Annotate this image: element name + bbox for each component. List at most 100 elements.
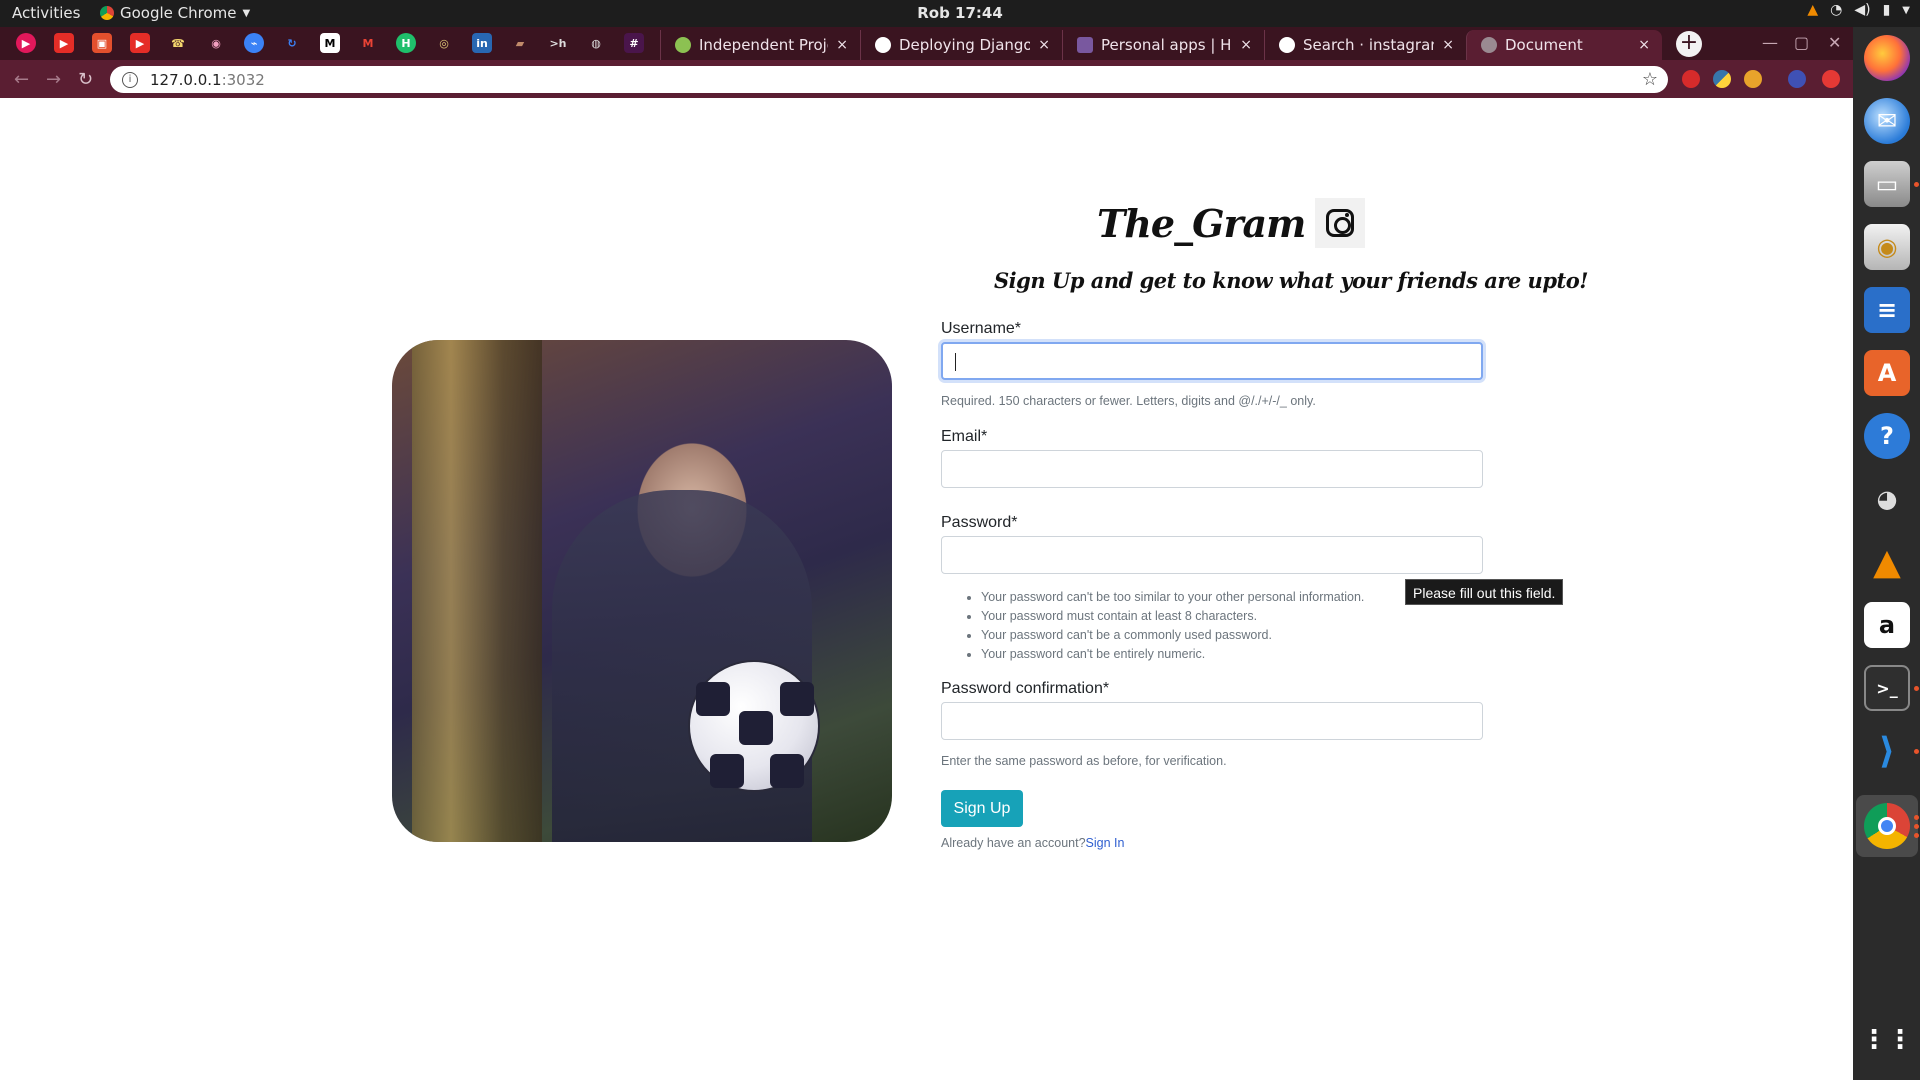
tab-strip: ▶ ▶ ▣ ▶ ☎ ◉ ⌁ ↻ M M H ◎ in ▰ >h ◍ # Inde… xyxy=(0,27,1853,60)
profile-avatar[interactable] xyxy=(1788,70,1806,88)
slack-tab-icon[interactable]: # xyxy=(624,33,644,53)
help-icon[interactable]: ? xyxy=(1864,413,1910,459)
password-input[interactable] xyxy=(941,536,1483,574)
password-confirm-input[interactable] xyxy=(941,702,1483,740)
sign-up-button[interactable]: Sign Up xyxy=(941,790,1023,827)
battery-icon: ▮ xyxy=(1882,2,1891,18)
chrome-icon[interactable] xyxy=(1864,803,1910,849)
username-help: Required. 150 characters or fewer. Lette… xyxy=(941,394,1316,408)
running-indicator xyxy=(1914,815,1919,820)
extension-icon[interactable] xyxy=(1822,70,1840,88)
github-icon xyxy=(1279,37,1295,53)
password-confirm-label: Password confirmation* xyxy=(941,680,1110,697)
software-center-icon[interactable]: A xyxy=(1864,350,1910,396)
tab-independent-project[interactable]: Independent Project × xyxy=(660,30,860,60)
running-indicator xyxy=(1914,824,1919,829)
validation-tooltip: Please fill out this field. xyxy=(1405,579,1564,605)
hero-image-throne xyxy=(412,340,542,842)
already-text: Already have an account? xyxy=(941,836,1086,850)
chevron-down-icon[interactable]: ▼ xyxy=(1902,5,1910,16)
url-host: 127.0.0.1 xyxy=(150,70,222,89)
phone-tab-icon[interactable]: ☎ xyxy=(168,33,188,53)
medium-tab-icon[interactable]: M xyxy=(320,33,340,53)
heroku-icon xyxy=(1077,37,1093,53)
vlc-icon[interactable]: ▲ xyxy=(1864,539,1910,585)
forward-icon[interactable]: → xyxy=(46,69,61,90)
url-port: :3032 xyxy=(221,70,265,89)
bookmark-star-icon[interactable]: ☆ xyxy=(1642,69,1658,90)
username-label: Username* xyxy=(941,320,1022,337)
address-bar[interactable]: i 127.0.0.1:3032 ☆ xyxy=(110,66,1668,93)
close-icon[interactable]: × xyxy=(1442,37,1454,53)
running-indicator xyxy=(1914,833,1919,838)
python-extension-icon[interactable] xyxy=(1713,70,1731,88)
tab-deploying-django[interactable]: Deploying Django A × xyxy=(860,30,1062,60)
pinned-tab-icon[interactable]: ↻ xyxy=(282,33,302,53)
back-icon[interactable]: ← xyxy=(14,69,29,90)
close-icon[interactable]: × xyxy=(836,37,848,53)
pinned-tab-icon[interactable]: ▰ xyxy=(510,33,530,53)
password-rule: Your password can't be a commonly used p… xyxy=(981,628,1364,647)
wifi-icon: ◔ xyxy=(1830,2,1843,18)
pinned-tab-icon[interactable]: ◎ xyxy=(434,33,454,53)
web-page: The_Gram Sign Up and get to know what yo… xyxy=(0,98,1853,1080)
pinned-tab-icon[interactable]: ▣ xyxy=(92,33,112,53)
hyper-tab-icon[interactable]: >h xyxy=(548,33,568,53)
volume-icon: ◀) xyxy=(1854,2,1871,18)
brand-name: The_Gram xyxy=(1097,200,1306,246)
tab-personal-apps-heroku[interactable]: Personal apps | Hero × xyxy=(1062,30,1264,60)
gnome-top-bar: Activities Google Chrome ▼ Rob 17:44 ▲ ◔… xyxy=(0,0,1920,27)
sign-in-link[interactable]: Sign In xyxy=(1086,836,1125,850)
amazon-icon[interactable]: a xyxy=(1864,602,1910,648)
clock[interactable]: Rob 17:44 xyxy=(0,4,1920,22)
extension-icon[interactable] xyxy=(1682,70,1700,88)
pinned-tab-icon[interactable]: ▶ xyxy=(16,33,36,53)
new-tab-button[interactable]: + xyxy=(1676,31,1702,57)
close-window-icon[interactable]: ✕ xyxy=(1828,33,1841,52)
running-indicator xyxy=(1914,686,1919,691)
instagram-icon xyxy=(1315,198,1366,248)
minimize-icon[interactable]: — xyxy=(1762,33,1778,52)
tab-title: Deploying Django A xyxy=(899,36,1031,54)
youtube-tab-icon[interactable]: ▶ xyxy=(54,33,74,53)
gimp-icon[interactable]: ◕ xyxy=(1864,476,1910,522)
files-icon[interactable]: ▭ xyxy=(1864,161,1910,207)
pinned-tab-icon[interactable]: H xyxy=(396,33,416,53)
email-input[interactable] xyxy=(941,450,1483,488)
globe-tab-icon[interactable]: ◍ xyxy=(586,33,606,53)
github-icon xyxy=(875,37,891,53)
username-input[interactable] xyxy=(941,342,1483,380)
tab-document[interactable]: Document × xyxy=(1466,30,1662,60)
tab-title: Document xyxy=(1505,36,1583,54)
tab-search-instagram[interactable]: Search · instagram × xyxy=(1264,30,1466,60)
gmail-tab-icon[interactable]: M xyxy=(358,33,378,53)
password-rule: Your password can't be entirely numeric. xyxy=(981,647,1364,666)
close-icon[interactable]: × xyxy=(1638,37,1650,53)
password-rules: Your password can't be too similar to yo… xyxy=(981,590,1364,666)
firefox-icon[interactable] xyxy=(1864,35,1910,81)
pinned-tab-icon[interactable]: ⌁ xyxy=(244,33,264,53)
writer-icon[interactable]: ≡ xyxy=(1864,287,1910,333)
reload-icon[interactable]: ↻ xyxy=(78,69,93,90)
running-indicator xyxy=(1914,182,1919,187)
pinned-tab-icon[interactable]: ◉ xyxy=(206,33,226,53)
vlc-tray-icon[interactable]: ▲ xyxy=(1807,2,1818,18)
terminal-icon[interactable]: >_ xyxy=(1864,665,1910,711)
youtube-tab-icon[interactable]: ▶ xyxy=(130,33,150,53)
extension-icon[interactable] xyxy=(1744,70,1762,88)
vscode-icon[interactable]: ⟩ xyxy=(1864,728,1910,774)
password-label: Password* xyxy=(941,514,1018,531)
site-info-icon[interactable]: i xyxy=(122,71,138,88)
rhythmbox-icon[interactable]: ◉ xyxy=(1864,224,1910,270)
show-applications-icon[interactable]: ⋮⋮ xyxy=(1861,1017,1913,1063)
close-icon[interactable]: × xyxy=(1240,37,1252,53)
tab-title: Search · instagram xyxy=(1303,36,1435,54)
thunderbird-icon[interactable]: ✉ xyxy=(1864,98,1910,144)
maximize-icon[interactable]: ▢ xyxy=(1794,33,1809,52)
close-icon[interactable]: × xyxy=(1038,37,1050,53)
linkedin-tab-icon[interactable]: in xyxy=(472,33,492,53)
password-rule: Your password must contain at least 8 ch… xyxy=(981,609,1364,628)
system-tray[interactable]: ▲ ◔ ◀) ▮ ▼ xyxy=(1807,2,1910,18)
tagline: Sign Up and get to know what your friend… xyxy=(994,268,1588,293)
text-caret xyxy=(955,353,956,371)
